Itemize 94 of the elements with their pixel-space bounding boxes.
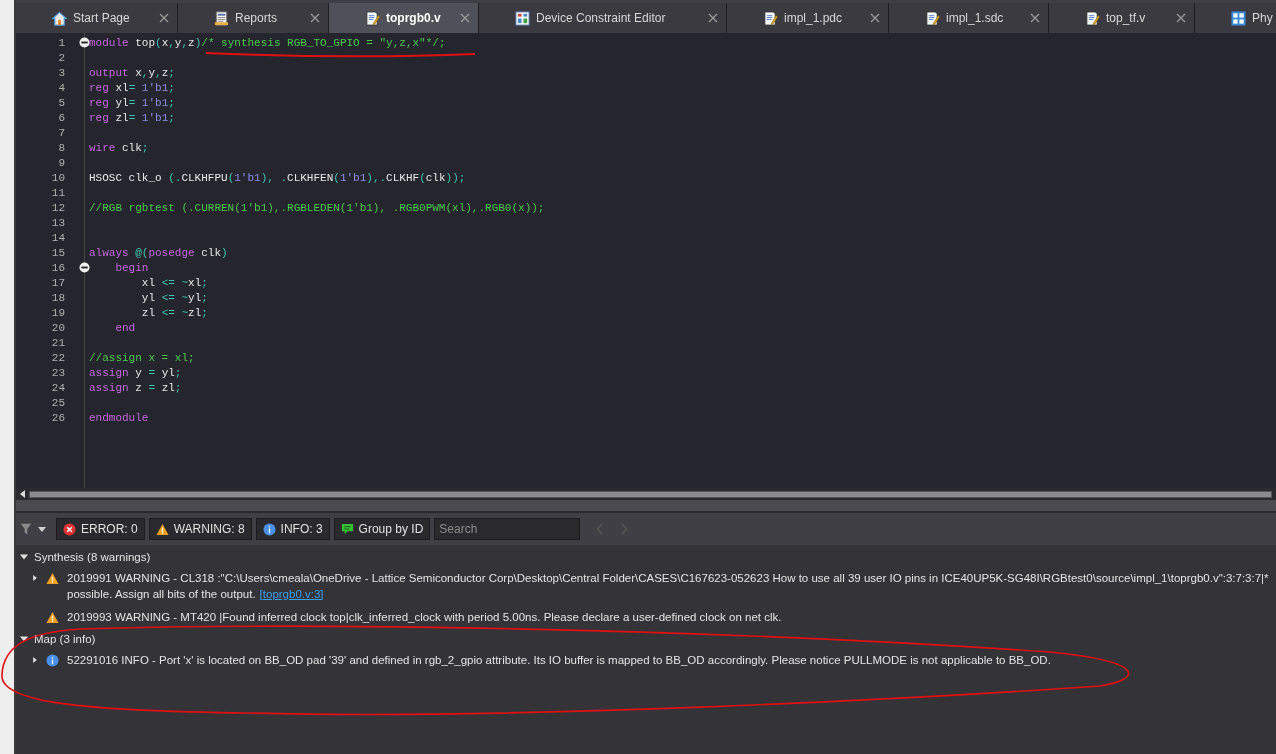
table-icon [515,10,530,26]
info-icon [46,654,59,667]
source-link[interactable]: [toprgb0.v:3] [259,588,324,600]
info-icon [262,522,276,536]
report-icon [214,10,229,26]
code-line: module top(x,y,z)/* synthesis RGB_TO_GPIO = "y,z,x"*/; [89,36,446,49]
line-number: 22 [51,351,65,364]
line-number: 16 [51,261,65,274]
code-line: //assign x = xl; [89,351,195,364]
document-edit-icon [365,10,380,26]
code-line: assign z = zl; [89,381,182,394]
line-number: 12 [51,201,65,214]
line-number: 21 [51,336,65,349]
line-number: 5 [58,96,65,109]
grid-icon [1231,10,1246,26]
filter-button[interactable]: Group by ID [333,518,431,540]
editor-tab[interactable]: Device Constraint Editor [479,3,727,33]
close-icon[interactable] [870,13,880,23]
line-number: 26 [51,411,65,424]
line-number: 20 [51,321,65,334]
line-number: 7 [58,126,65,139]
line-number: 14 [51,231,65,244]
group-title[interactable]: Map (3 info) [34,633,96,645]
line-number: 1 [58,36,65,49]
document-edit-icon [925,10,940,26]
code-line: reg yl= 1'b1; [89,96,175,109]
warning-icon [46,572,59,585]
close-icon[interactable] [310,13,320,23]
line-number: 23 [51,366,65,379]
close-icon[interactable] [708,13,718,23]
filter-button[interactable]: INFO: 3 [255,518,330,540]
group-title[interactable]: Synthesis (8 warnings) [34,551,151,563]
close-icon[interactable] [460,13,470,23]
code-line: yl <= ~yl; [140,291,208,304]
close-icon[interactable] [1030,13,1040,23]
line-number: 11 [51,186,65,199]
line-number: 9 [58,156,65,169]
code-line: end [114,321,136,334]
line-number: 18 [51,291,65,304]
filter-icon[interactable] [20,523,32,535]
code-line: begin [114,261,149,274]
close-icon[interactable] [1176,13,1186,23]
filter-button[interactable]: ERROR: 0 [56,518,145,540]
editor-tab[interactable]: Start Page [16,3,178,33]
line-number: 10 [51,171,65,184]
warning-icon [155,522,169,536]
line-number: 6 [58,111,65,124]
message-group-icon [340,522,354,536]
expand-toggle-icon[interactable] [20,553,28,561]
editor-tab[interactable]: Reports [178,3,329,33]
line-number: 13 [51,216,65,229]
code-line: always @(posedge clk) [89,246,228,259]
line-number: 17 [51,276,65,289]
editor-tab[interactable]: Phy [1195,3,1276,33]
line-number: 15 [51,246,65,259]
expand-arrow-icon[interactable] [32,574,38,582]
code-line: xl <= ~xl; [140,276,208,289]
line-number: 19 [51,306,65,319]
horizontal-scrollbar[interactable] [16,488,1276,500]
line-number: 8 [58,141,65,154]
close-icon[interactable] [159,13,169,23]
expand-toggle-icon[interactable] [20,635,28,643]
line-number: 3 [58,66,65,79]
line-number: 25 [51,396,65,409]
line-number: 2 [58,51,65,64]
message-text: 2019993 WARNING - MT420 |Found inferred clock top|clk_inferred_clock with period 5.00ns. Please declare a user-defined clock on net clk. [67,611,782,623]
editor-tab[interactable]: impl_1.pdc [727,3,889,33]
editor-tab[interactable]: top_tf.v [1049,3,1195,33]
error-icon [63,522,76,536]
message-text: 2019991 WARNING - CL318 :"C:\Users\cmeala\OneDrive - Lattice Semiconductor Corp\Desktop\Central Folder\CASES\C167623-052623 How to use all 39 user IO pins in ICE40UP5K-SG48I\RGBtest0\source\impl_1\toprgb0.v":3:7:3:7|* [67,572,1269,584]
collapse-icon[interactable] [79,262,90,273]
code-line: reg xl= 1'b1; [89,81,175,94]
editor-tab[interactable]: impl_1.sdc [889,3,1049,33]
message-text: possible. Assign all bits of the output. [67,588,256,600]
code-line: HSOSC clk_o (.CLKHFPU(1'b1), .CLKHFEN(1'b1),.CLKHF(clk)); [89,171,466,184]
editor-tab[interactable]: toprgb0.v [329,3,479,33]
message-text: 52291016 INFO - Port 'x' is located on BB_OD pad '39' and defined in rgb_2_gpio attribute. Its IO buffer is mapped to BB_OD accordingly. Please notice PULLMODE is not applicable to BB_OD. [67,654,1051,666]
code-line: wire clk; [89,141,149,154]
code-line: //RGB rgbtest (.CURREN(1'b1),.RGBLEDEN(1'b1), .RGB0PWM(xl),.RGB0(x)); [89,201,545,214]
expand-arrow-icon[interactable] [32,656,38,664]
document-edit-icon [763,10,778,26]
filter-button[interactable]: WARNING: 8 [148,518,252,540]
code-line: output x,y,z; [89,66,175,79]
line-number: 4 [58,81,65,94]
code-line: endmodule [89,411,149,424]
caret-icon[interactable] [38,526,46,532]
collapse-icon[interactable] [79,37,90,48]
code-line: assign y = yl; [89,366,182,379]
document-edit-icon [1085,10,1100,26]
line-number: 24 [51,381,65,394]
search-field[interactable]: Search [434,518,581,540]
home-icon [52,10,67,26]
code-line: reg zl= 1'b1; [89,111,175,124]
code-line: zl <= ~zl; [140,306,208,319]
